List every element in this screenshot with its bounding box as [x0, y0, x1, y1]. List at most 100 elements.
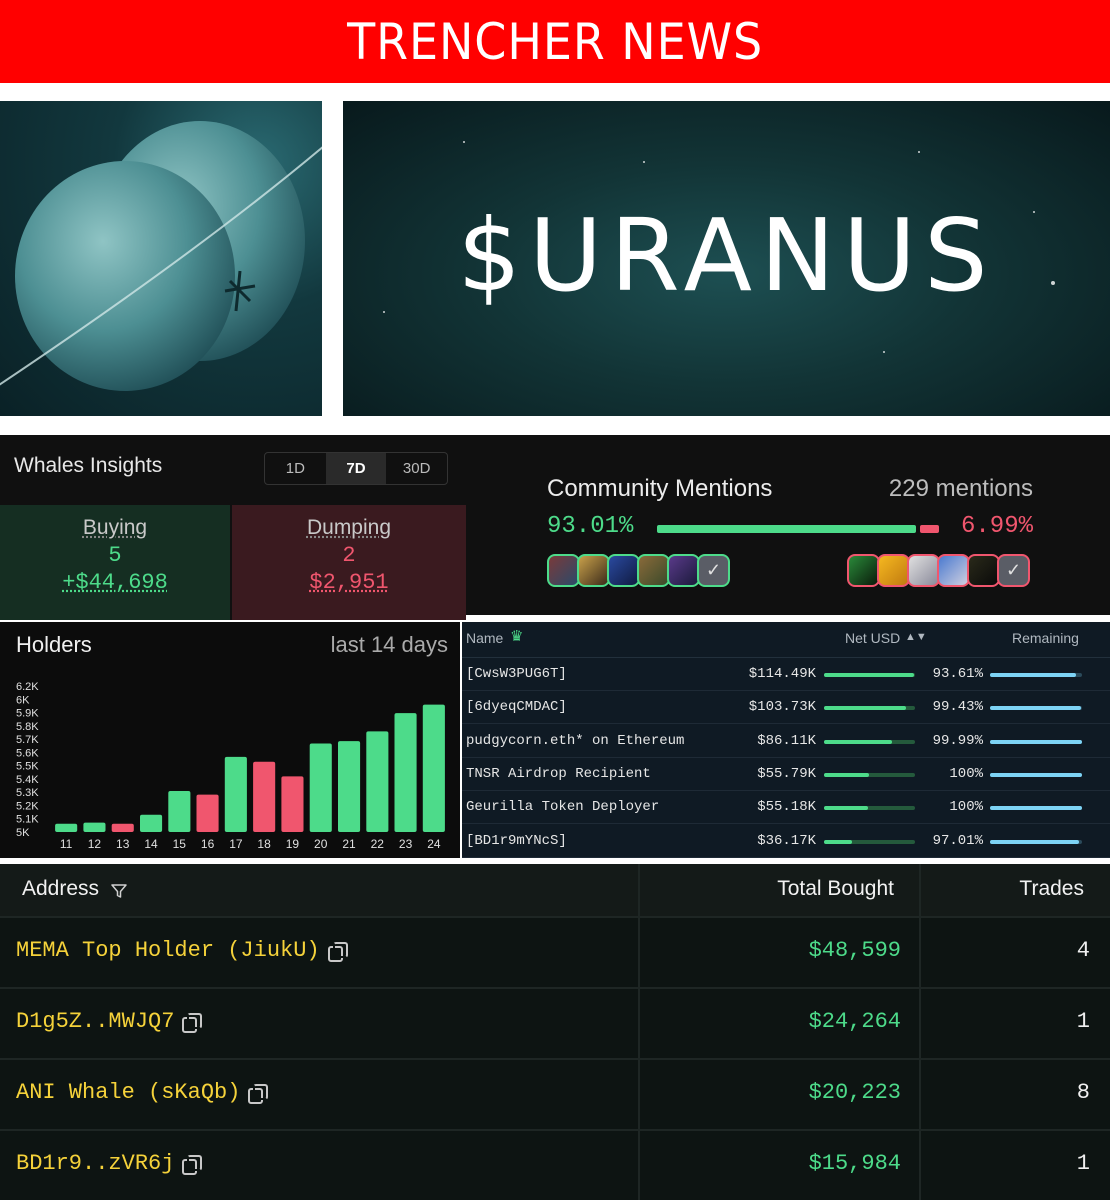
holders-bar[interactable]	[253, 761, 276, 832]
x-tick-label: 12	[88, 837, 102, 851]
holders-bar[interactable]	[281, 776, 304, 832]
remaining-bar	[990, 739, 1082, 744]
table-row[interactable]: D1g5Z..MWJQ7 $24,264 1	[0, 987, 1110, 1057]
x-tick-label: 22	[371, 837, 385, 851]
wallet-address-text[interactable]: BD1r9..zVR6j	[16, 1151, 174, 1176]
y-tick-label: 5.1K	[16, 814, 39, 826]
remaining-column-header[interactable]: Remaining	[1012, 630, 1079, 646]
table-row[interactable]: ANI Whale (sKaQb) $20,223 8	[0, 1058, 1110, 1128]
avatar[interactable]	[577, 554, 610, 587]
avatar[interactable]	[667, 554, 700, 587]
trades-column-header[interactable]: Trades	[1019, 877, 1084, 901]
negative-avatars: ✓	[847, 554, 1030, 587]
copy-icon[interactable]	[327, 941, 348, 962]
trades-count: 1	[1076, 1151, 1090, 1176]
hero-image: $URANUS	[343, 101, 1110, 416]
holders-bar[interactable]	[140, 814, 163, 832]
y-tick-label: 5.9K	[16, 708, 39, 720]
remaining-bar	[990, 806, 1082, 811]
avatar[interactable]	[607, 554, 640, 587]
address-column-header[interactable]: Address	[22, 877, 99, 901]
trades-count: 8	[1076, 1080, 1090, 1105]
remaining-bar	[990, 673, 1082, 677]
top-buyers-table: Address Total Bought Trades MEMA Top Hol…	[0, 864, 1110, 1200]
table-row[interactable]: pudgycorn.eth* on Ethereum $86.11K 99.99%	[462, 725, 1110, 758]
holder-name[interactable]: [6dyeqCMDAC]	[466, 699, 567, 715]
wallet-address[interactable]: ANI Whale (sKaQb)	[16, 1080, 269, 1105]
dumping-card: Dumping 2 $2,951	[232, 505, 466, 620]
holders-bar[interactable]	[83, 822, 106, 832]
buying-count: 5	[108, 543, 122, 568]
wallet-address[interactable]: MEMA Top Holder (JiukU)	[16, 938, 348, 963]
dumping-count: 2	[342, 543, 356, 568]
x-tick-label: 19	[286, 837, 300, 851]
table-row[interactable]: MEMA Top Holder (JiukU) $48,599 4	[0, 916, 1110, 986]
holders-bar[interactable]	[422, 704, 445, 832]
holders-bar[interactable]	[196, 794, 219, 832]
remaining-value: 93.61%	[932, 666, 983, 682]
name-column-header[interactable]: Name	[466, 630, 503, 646]
holder-name[interactable]: TNSR Airdrop Recipient	[466, 766, 651, 782]
x-tick-label: 14	[144, 837, 158, 851]
holder-name[interactable]: [CwsW3PUG6T]	[466, 666, 567, 682]
holders-bar[interactable]	[224, 756, 247, 832]
table-row[interactable]: TNSR Airdrop Recipient $55.79K 100%	[462, 758, 1110, 791]
wallet-address-text[interactable]: ANI Whale (sKaQb)	[16, 1080, 240, 1105]
mentions-count: 229 mentions	[888, 475, 1033, 502]
copy-icon[interactable]	[248, 1083, 269, 1104]
holders-bar[interactable]	[55, 823, 78, 832]
x-tick-label: 11	[60, 837, 73, 851]
net-usd-bar	[824, 673, 915, 677]
table-row[interactable]: [CwsW3PUG6T] $114.49K 93.61%	[462, 658, 1110, 691]
tab-1d[interactable]: 1D	[265, 453, 326, 484]
tab-30d[interactable]: 30D	[386, 453, 447, 484]
sort-icon[interactable]: ▲▼	[905, 631, 927, 643]
holder-name[interactable]: Geurilla Token Deployer	[466, 799, 659, 815]
net-usd-bar	[824, 739, 915, 744]
holder-name[interactable]: pudgycorn.eth* on Ethereum	[466, 733, 684, 749]
wallet-address[interactable]: BD1r9..zVR6j	[16, 1151, 203, 1176]
net-usd-value: $55.79K	[757, 765, 816, 782]
avatar[interactable]	[967, 554, 1000, 587]
avatar[interactable]	[877, 554, 910, 587]
wallet-address-text[interactable]: D1g5Z..MWJQ7	[16, 1009, 174, 1034]
net-usd-column-header[interactable]: Net USD	[845, 630, 900, 646]
positive-avatars: ✓	[547, 554, 730, 587]
avatar[interactable]	[937, 554, 970, 587]
avatar[interactable]	[907, 554, 940, 587]
holders-bar-chart: 5K5.1K 5.2K5.3K5.4K5.5K 5.6K5.7K5.8K5.9K 6K…	[16, 681, 445, 851]
wallet-address-text[interactable]: MEMA Top Holder (JiukU)	[16, 938, 320, 963]
y-tick-label: 5.2K	[16, 800, 39, 812]
wallet-address[interactable]: D1g5Z..MWJQ7	[16, 1009, 203, 1034]
x-tick-label: 18	[257, 837, 271, 851]
tab-7d[interactable]: 7D	[325, 453, 387, 484]
x-tick-label: 23	[399, 837, 413, 851]
copy-icon[interactable]	[182, 1012, 203, 1033]
table-row[interactable]: [6dyeqCMDAC] $103.73K 99.43%	[462, 691, 1110, 725]
verified-check-icon: ✓	[697, 554, 730, 587]
holders-bar[interactable]	[338, 741, 361, 832]
holders-bar[interactable]	[394, 713, 417, 832]
avatar[interactable]	[637, 554, 670, 587]
table-row[interactable]: Geurilla Token Deployer $55.18K 100%	[462, 791, 1110, 825]
avatar[interactable]	[547, 554, 580, 587]
holders-bar[interactable]	[111, 823, 134, 832]
positive-sentiment-bar	[657, 525, 916, 533]
holders-bar[interactable]	[309, 743, 332, 833]
positive-percent: 93.01%	[547, 513, 634, 540]
holder-name[interactable]: [BD1r9mYNcS]	[466, 833, 567, 849]
filter-icon[interactable]	[111, 881, 127, 905]
dumping-label: Dumping	[306, 516, 392, 539]
y-tick-label: 5K	[16, 827, 30, 839]
total-bought-column-header[interactable]: Total Bought	[777, 877, 894, 901]
x-tick-label: 17	[229, 837, 243, 851]
table-row[interactable]: BD1r9..zVR6j $15,984 1	[0, 1129, 1110, 1199]
holders-bar[interactable]	[168, 791, 191, 832]
dumping-amount: $2,951	[309, 570, 389, 595]
copy-icon[interactable]	[182, 1154, 203, 1175]
table-row[interactable]: [BD1r9mYNcS] $36.17K 97.01%	[462, 825, 1110, 858]
avatar[interactable]	[847, 554, 880, 587]
y-tick-label: 6.2K	[16, 681, 39, 693]
holders-bar[interactable]	[366, 731, 389, 832]
banner-title: TRENCHER NEWS	[346, 12, 764, 71]
